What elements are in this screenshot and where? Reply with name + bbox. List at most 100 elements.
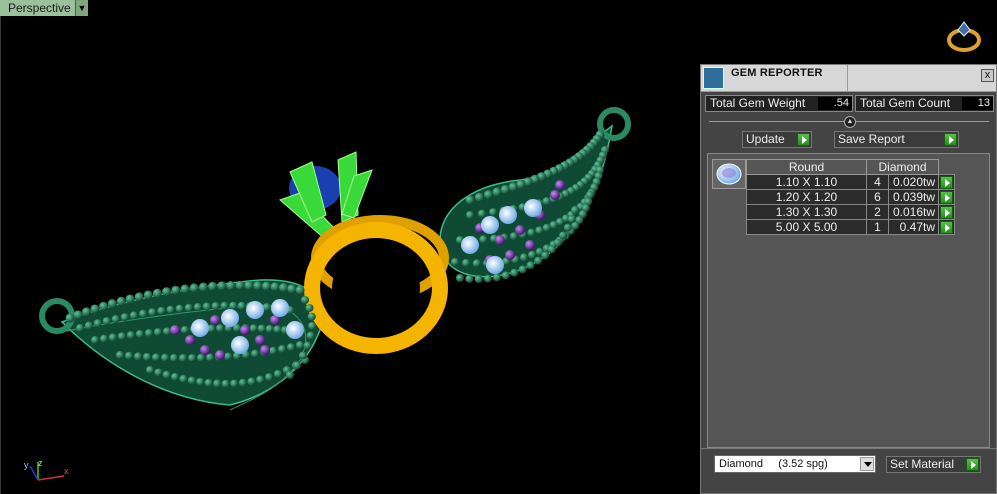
bead xyxy=(456,274,464,282)
bead xyxy=(465,274,474,283)
bead xyxy=(510,268,519,277)
bead xyxy=(125,294,135,304)
gem-table: Round Diamond 1.10 X 1.10 4 0.020tw 1.20… xyxy=(746,159,955,235)
axis-z-label: z xyxy=(38,458,43,468)
ring-logo-icon[interactable] xyxy=(944,16,984,54)
bead xyxy=(256,375,265,384)
bead xyxy=(202,302,211,311)
bead xyxy=(555,180,565,190)
update-button[interactable]: Update xyxy=(742,131,812,148)
bead xyxy=(534,256,543,265)
row-select-icon[interactable] xyxy=(940,191,953,204)
bead xyxy=(134,292,144,302)
bead xyxy=(251,349,259,358)
bead xyxy=(148,308,157,317)
bead xyxy=(152,288,162,298)
bead xyxy=(474,275,483,284)
bead xyxy=(184,303,193,312)
bead xyxy=(567,215,576,224)
bead xyxy=(527,228,536,237)
gem-thumbnail[interactable] xyxy=(712,159,746,189)
row-select-icon[interactable] xyxy=(940,206,953,219)
bead xyxy=(271,299,289,317)
bead xyxy=(108,333,117,342)
viewport-menu-icon[interactable]: ▼ xyxy=(76,0,88,16)
bead xyxy=(244,280,254,290)
bead xyxy=(472,259,481,268)
bead xyxy=(528,250,537,259)
bead xyxy=(508,182,518,192)
bead xyxy=(559,231,568,240)
row-weight: 0.020tw xyxy=(888,174,939,190)
play-arrow-icon[interactable] xyxy=(966,458,979,471)
material-select[interactable]: Diamond (3.52 spg) xyxy=(714,455,876,473)
bead xyxy=(486,256,504,274)
row-select-icon[interactable] xyxy=(940,221,953,234)
bead xyxy=(308,321,317,330)
bead xyxy=(196,377,205,386)
play-arrow-icon[interactable] xyxy=(797,133,810,146)
bead xyxy=(76,324,84,332)
row-weight: 0.039tw xyxy=(888,189,939,205)
bead xyxy=(215,350,225,360)
table-row[interactable]: 1.10 X 1.10 4 0.020tw xyxy=(746,174,955,190)
row-select-icon[interactable] xyxy=(940,176,953,189)
bead xyxy=(213,379,222,388)
bead xyxy=(180,325,189,334)
total-gem-weight-value: .54 xyxy=(818,97,852,110)
viewport-label[interactable]: Perspective xyxy=(0,0,76,16)
panel-title-bar[interactable]: GEM REPORTER x xyxy=(701,65,996,92)
bead xyxy=(224,352,232,361)
bead xyxy=(144,329,153,338)
bead xyxy=(542,223,551,232)
row-weight: 0.016tw xyxy=(888,204,939,220)
set-material-button[interactable]: Set Material xyxy=(886,456,981,473)
bead xyxy=(230,379,239,388)
total-gem-count-label: Total Gem Count xyxy=(860,96,951,110)
bead xyxy=(279,283,289,293)
bead xyxy=(451,258,459,266)
bead xyxy=(525,240,535,250)
bead xyxy=(189,283,199,293)
axis-y-label: y xyxy=(24,460,29,470)
table-row[interactable]: 1.30 X 1.30 2 0.016tw xyxy=(746,204,955,220)
bead xyxy=(249,324,258,333)
bead xyxy=(99,334,108,343)
bead xyxy=(179,353,187,362)
bead xyxy=(287,343,295,352)
bead xyxy=(154,368,163,377)
collapse-knob-icon[interactable]: ▲ xyxy=(844,116,856,128)
bead xyxy=(193,303,202,312)
gem-table-area: Round Diamond 1.10 X 1.10 4 0.020tw 1.20… xyxy=(707,153,990,448)
material-select-value: Diamond (3.52 spg) xyxy=(719,458,828,470)
bead xyxy=(477,209,486,218)
bead xyxy=(549,220,558,229)
bead xyxy=(260,345,270,355)
bead xyxy=(261,281,271,291)
close-icon[interactable]: x xyxy=(981,69,994,82)
bead xyxy=(211,302,220,311)
bead xyxy=(179,374,188,383)
chevron-down-icon[interactable] xyxy=(860,457,874,471)
bead xyxy=(91,336,99,344)
table-row[interactable]: 5.00 X 5.00 1 0.47tw xyxy=(746,219,955,235)
save-report-button-label: Save Report xyxy=(838,132,905,146)
bead xyxy=(117,332,126,341)
bead xyxy=(474,192,484,202)
row-size: 5.00 X 5.00 xyxy=(746,219,867,235)
bead xyxy=(286,371,294,379)
bead xyxy=(307,312,316,321)
bead xyxy=(129,311,138,320)
row-count: 2 xyxy=(866,204,889,220)
bead xyxy=(197,353,205,362)
bead xyxy=(93,319,102,328)
bead xyxy=(235,280,245,290)
bead xyxy=(162,370,171,379)
bead xyxy=(479,235,488,244)
table-row[interactable]: 1.20 X 1.20 6 0.039tw xyxy=(746,189,955,205)
bead xyxy=(175,304,184,313)
play-arrow-icon[interactable] xyxy=(944,133,957,146)
bead xyxy=(278,345,286,354)
bead xyxy=(84,321,93,330)
save-report-button[interactable]: Save Report xyxy=(834,131,959,148)
